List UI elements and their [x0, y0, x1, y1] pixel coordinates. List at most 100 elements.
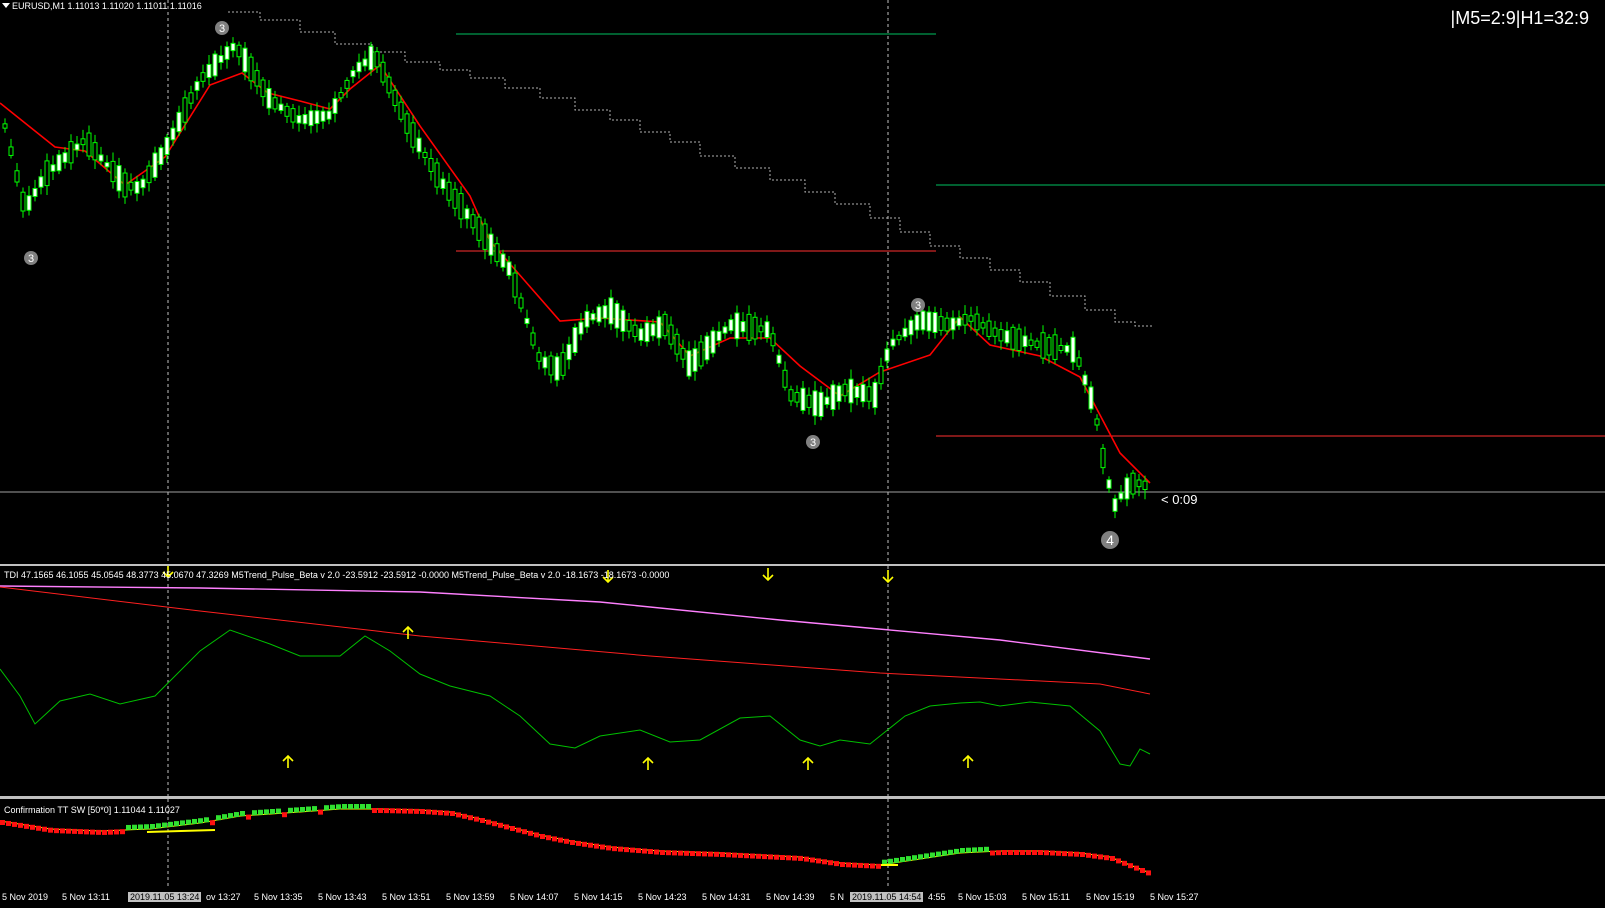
candle-body [248, 56, 254, 82]
tt-signal-block [1050, 850, 1055, 856]
candle-body [1010, 326, 1016, 350]
candle-body [980, 322, 986, 329]
candle-body [1016, 328, 1022, 351]
price-chart-pane[interactable]: 3 3 3 3 4 EURUSD,M1 1.11013 1.11020 1.11011 … [0, 0, 1605, 564]
candle-body [1034, 340, 1040, 348]
symbol-dropdown-icon[interactable] [2, 3, 10, 8]
tt-signal-block [1098, 854, 1103, 860]
candle-body [176, 111, 182, 133]
candle-body [776, 354, 782, 364]
tt-signal-block [678, 850, 683, 856]
candle-body [548, 355, 554, 376]
candle-body [152, 152, 158, 178]
candle-body [80, 138, 86, 146]
candle-body [434, 162, 440, 188]
candle-body [254, 70, 260, 87]
tt-signal-block [744, 853, 749, 859]
tt-signal-block [1146, 870, 1151, 876]
tt-signal-block [366, 804, 371, 809]
candle-body [1022, 335, 1028, 348]
candle-body [218, 55, 224, 63]
confirmation-tt-pane[interactable]: Confirmation TT SW [50*0] 1.11044 1.1102… [0, 799, 1605, 889]
tt-signal-block [840, 862, 845, 867]
tt-signal-block [828, 860, 833, 866]
tt-signal-block [96, 829, 101, 835]
candle-body [620, 309, 626, 332]
candle-body [428, 158, 434, 172]
tt-signal-block [1056, 850, 1061, 856]
tt-signal-block [12, 821, 17, 827]
candle-body [932, 312, 938, 333]
time-tick: 5 N [830, 892, 845, 902]
tt-signal-block [690, 851, 695, 856]
candle-body [116, 165, 122, 192]
candle-body [140, 178, 146, 189]
tt-signal-block [540, 834, 545, 839]
tt-signal-block [966, 847, 971, 853]
tt-signal-block [102, 829, 107, 835]
candle-body [2, 123, 8, 129]
candle-body [290, 108, 296, 123]
tt-signal-block [510, 826, 515, 831]
tt-signal-block [300, 807, 305, 812]
candle-body [890, 338, 896, 347]
tt-signal-block [660, 850, 665, 855]
candle-body [512, 272, 518, 298]
tt-signal-block [726, 852, 731, 858]
tt-signal-block [792, 855, 797, 861]
tt-signal-block [702, 851, 707, 857]
tdi-canvas[interactable] [0, 566, 1605, 796]
tt-signal-block [192, 818, 197, 824]
tt-signal-block [240, 811, 245, 816]
candle-body [758, 325, 764, 333]
tt-signal-block [1116, 858, 1121, 864]
tt-signal-block [582, 841, 587, 847]
tt-signal-block [876, 863, 881, 869]
confirmation-canvas[interactable] [0, 799, 1605, 889]
candle-body [452, 188, 458, 209]
tt-signal-block [144, 824, 149, 830]
tt-signal-block [78, 829, 83, 835]
wave-label-text: 4 [1106, 532, 1114, 548]
tt-signal-block [1002, 850, 1007, 855]
candle-body [158, 147, 164, 165]
tt-signal-block [234, 812, 239, 818]
tdi-indicator-pane[interactable]: TDI 47.1565 46.1055 45.0545 48.3773 45.0… [0, 566, 1605, 796]
tt-signal-block [798, 855, 803, 861]
tt-signal-block [1020, 850, 1025, 855]
tt-signal-block [54, 828, 59, 834]
candle-body [146, 165, 152, 184]
tt-signal-block [438, 810, 443, 816]
tt-signal-block [90, 829, 95, 835]
up-arrow-icon [802, 756, 814, 770]
bar-countdown: < 0:09 [1161, 492, 1198, 507]
price-chart-canvas[interactable]: 3 3 3 3 4 [0, 0, 1605, 564]
candle-body [14, 170, 20, 183]
candle-body [392, 89, 398, 106]
tt-signal-block [132, 824, 137, 830]
tt-signal-block [360, 804, 365, 809]
tt-signal-block [168, 821, 173, 827]
time-tick: 5 Nov 13:43 [318, 892, 367, 902]
tt-signal-block [162, 822, 167, 828]
tt-signal-block [72, 828, 77, 834]
candle-body [62, 152, 68, 163]
tt-signal-block [186, 819, 191, 825]
time-axis[interactable]: 5 Nov 2019 5 Nov 13:11 2019.11.05 13:24 … [0, 889, 1605, 908]
tt-signal-block [552, 836, 557, 842]
candle-body [488, 233, 494, 256]
candle-body [632, 324, 638, 337]
candle-body [572, 327, 578, 353]
candle-body [560, 352, 566, 376]
tt-signal-block [480, 818, 485, 823]
candle-body [770, 333, 776, 347]
tt-signal-block [618, 846, 623, 852]
tt-signal-block [414, 808, 419, 814]
tt-signal-block [24, 823, 29, 829]
candle-body [134, 181, 140, 194]
tt-signal-block [948, 849, 953, 855]
candle-body [38, 176, 44, 188]
tt-signal-block [990, 850, 995, 856]
candle-body [800, 387, 806, 411]
tt-signal-block [492, 821, 497, 827]
